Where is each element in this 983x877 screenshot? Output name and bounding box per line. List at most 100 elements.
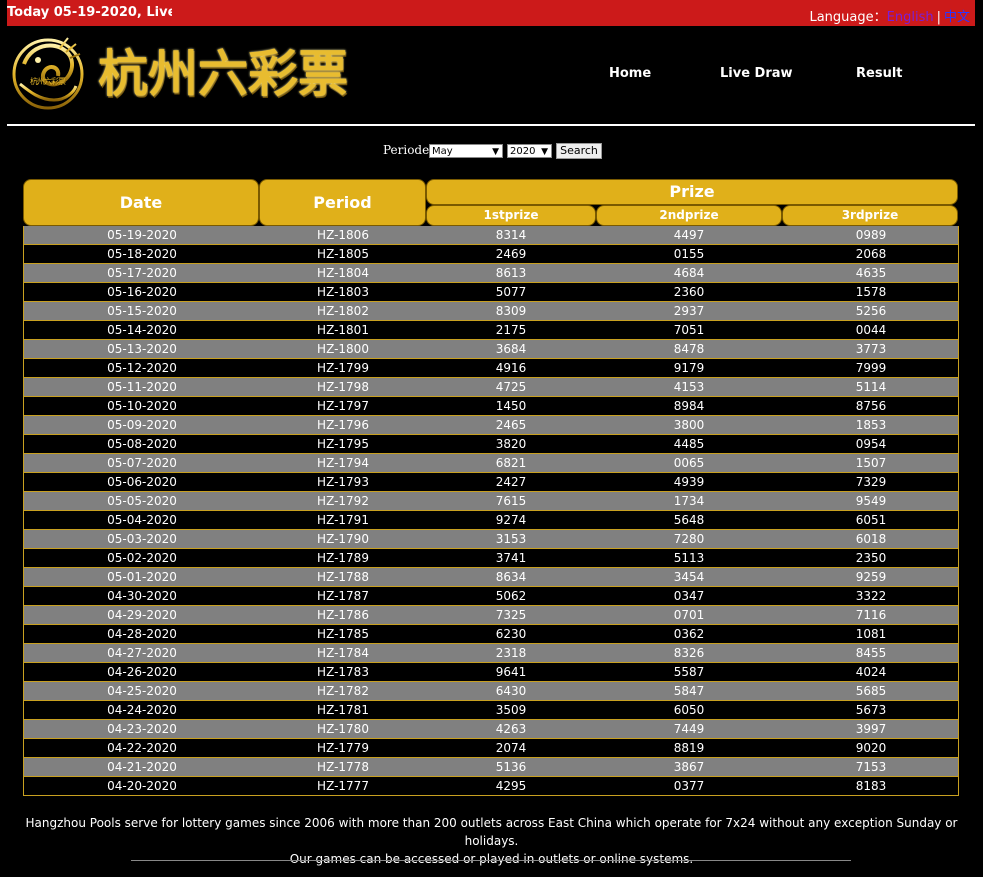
cell-date: 05-01-2020 (107, 570, 177, 584)
periode-label: Periode (383, 143, 430, 157)
cell-1stprize: 3153 (495, 532, 527, 546)
cell-date: 05-07-2020 (107, 456, 177, 470)
header-date: Date (23, 179, 259, 226)
table-row: 04-25-2020 HZ-1782 6430 5847 5685 (24, 682, 958, 701)
table-row: 05-06-2020 HZ-1793 2427 4939 7329 (24, 473, 958, 492)
month-select-value: May (432, 146, 453, 157)
table-row: 04-28-2020 HZ-1785 6230 0362 1081 (24, 625, 958, 644)
cell-1stprize: 4263 (495, 722, 527, 736)
language-separator: | (936, 10, 941, 25)
header-1stprize: 1stprize (426, 205, 596, 226)
cell-date: 05-19-2020 (107, 228, 177, 242)
site-logo[interactable]: 杭州六彩票 杭州六彩票 (10, 34, 370, 114)
table-row: 05-08-2020 HZ-1795 3820 4485 0954 (24, 435, 958, 454)
cell-date: 05-15-2020 (107, 304, 177, 318)
table-row: 05-05-2020 HZ-1792 7615 1734 9549 (24, 492, 958, 511)
chevron-down-icon: ▼ (492, 147, 499, 157)
cell-period: HZ-1805 (317, 247, 369, 261)
cell-1stprize: 8634 (495, 570, 527, 584)
cell-1stprize: 3509 (495, 703, 527, 717)
cell-3rdprize: 4635 (855, 266, 887, 280)
brand-seal-text: 杭州六彩票 (30, 77, 66, 86)
cell-2ndprize: 7051 (673, 323, 705, 337)
cell-1stprize: 4725 (495, 380, 527, 394)
year-select-value: 2020 (510, 146, 536, 157)
cell-date: 04-28-2020 (107, 627, 177, 641)
language-switcher: Language：English | 中文 (809, 6, 970, 25)
cell-period: HZ-1804 (317, 266, 369, 280)
cell-period: HZ-1778 (317, 760, 369, 774)
cell-1stprize: 7615 (495, 494, 527, 508)
cell-3rdprize: 1578 (855, 285, 887, 299)
language-english-link[interactable]: English (887, 10, 934, 25)
cell-3rdprize: 8455 (855, 646, 887, 660)
cell-3rdprize: 5685 (855, 684, 887, 698)
cell-period: HZ-1794 (317, 456, 369, 470)
cell-3rdprize: 6051 (855, 513, 887, 527)
table-row: 05-07-2020 HZ-1794 6821 0065 1507 (24, 454, 958, 473)
table-row: 05-02-2020 HZ-1789 3741 5113 2350 (24, 549, 958, 568)
table-row: 05-10-2020 HZ-1797 1450 8984 8756 (24, 397, 958, 416)
cell-2ndprize: 8984 (673, 399, 705, 413)
cell-date: 05-13-2020 (107, 342, 177, 356)
cell-date: 05-09-2020 (107, 418, 177, 432)
cell-3rdprize: 3322 (855, 589, 887, 603)
table-row: 04-29-2020 HZ-1786 7325 0701 7116 (24, 606, 958, 625)
language-chinese-link[interactable]: 中文 (944, 10, 970, 25)
table-row: 04-20-2020 HZ-1777 4295 0377 8183 (24, 777, 958, 796)
cell-2ndprize: 0155 (673, 247, 705, 261)
cell-1stprize: 3684 (495, 342, 527, 356)
footer-line-2: Our games can be accessed or played in o… (289, 852, 694, 866)
cell-3rdprize: 0044 (855, 323, 887, 337)
cell-2ndprize: 5587 (673, 665, 705, 679)
cell-3rdprize: 3773 (855, 342, 887, 356)
cell-date: 04-30-2020 (107, 589, 177, 603)
chevron-down-icon: ▼ (541, 147, 548, 157)
cell-3rdprize: 2068 (855, 247, 887, 261)
cell-period: HZ-1781 (317, 703, 369, 717)
cell-3rdprize: 5673 (855, 703, 887, 717)
search-button[interactable]: Search (556, 143, 602, 159)
year-select[interactable]: 2020 ▼ (507, 144, 552, 158)
language-label: Language (809, 10, 874, 25)
header-2ndprize: 2ndprize (596, 205, 782, 226)
cell-1stprize: 8314 (495, 228, 527, 242)
cell-date: 05-14-2020 (107, 323, 177, 337)
cell-2ndprize: 4153 (673, 380, 705, 394)
header-period: Period (259, 179, 426, 226)
table-row: 05-18-2020 HZ-1805 2469 0155 2068 (24, 245, 958, 264)
cell-1stprize: 2469 (495, 247, 527, 261)
cell-date: 04-25-2020 (107, 684, 177, 698)
cell-period: HZ-1800 (317, 342, 369, 356)
cell-1stprize: 5062 (495, 589, 527, 603)
cell-period: HZ-1795 (317, 437, 369, 451)
cell-2ndprize: 4497 (673, 228, 705, 242)
cell-3rdprize: 9020 (855, 741, 887, 755)
month-select[interactable]: May ▼ (429, 144, 503, 158)
cell-1stprize: 8309 (495, 304, 527, 318)
footer-line-1: Hangzhou Pools serve for lottery games s… (25, 816, 958, 848)
cell-1stprize: 5077 (495, 285, 527, 299)
cell-period: HZ-1780 (317, 722, 369, 736)
cell-date: 04-21-2020 (107, 760, 177, 774)
table-row: 04-23-2020 HZ-1780 4263 7449 3997 (24, 720, 958, 739)
cell-period: HZ-1793 (317, 475, 369, 489)
cell-2ndprize: 2360 (673, 285, 705, 299)
cell-period: HZ-1785 (317, 627, 369, 641)
footer-divider (131, 860, 851, 861)
table-row: 05-11-2020 HZ-1798 4725 4153 5114 (24, 378, 958, 397)
cell-period: HZ-1788 (317, 570, 369, 584)
cell-2ndprize: 4939 (673, 475, 705, 489)
table-row: 04-27-2020 HZ-1784 2318 8326 8455 (24, 644, 958, 663)
top-bar: Today 05-19-2020, Live D Language：Englis… (7, 0, 975, 26)
language-colon: ： (873, 10, 887, 25)
nav-result[interactable]: Result (856, 66, 903, 81)
cell-1stprize: 3820 (495, 437, 527, 451)
cell-2ndprize: 4684 (673, 266, 705, 280)
cell-2ndprize: 8819 (673, 741, 705, 755)
nav-home[interactable]: Home (609, 66, 651, 81)
cell-2ndprize: 0362 (673, 627, 705, 641)
cell-3rdprize: 7153 (855, 760, 887, 774)
nav-live-draw[interactable]: Live Draw (720, 66, 793, 81)
cell-1stprize: 9274 (495, 513, 527, 527)
